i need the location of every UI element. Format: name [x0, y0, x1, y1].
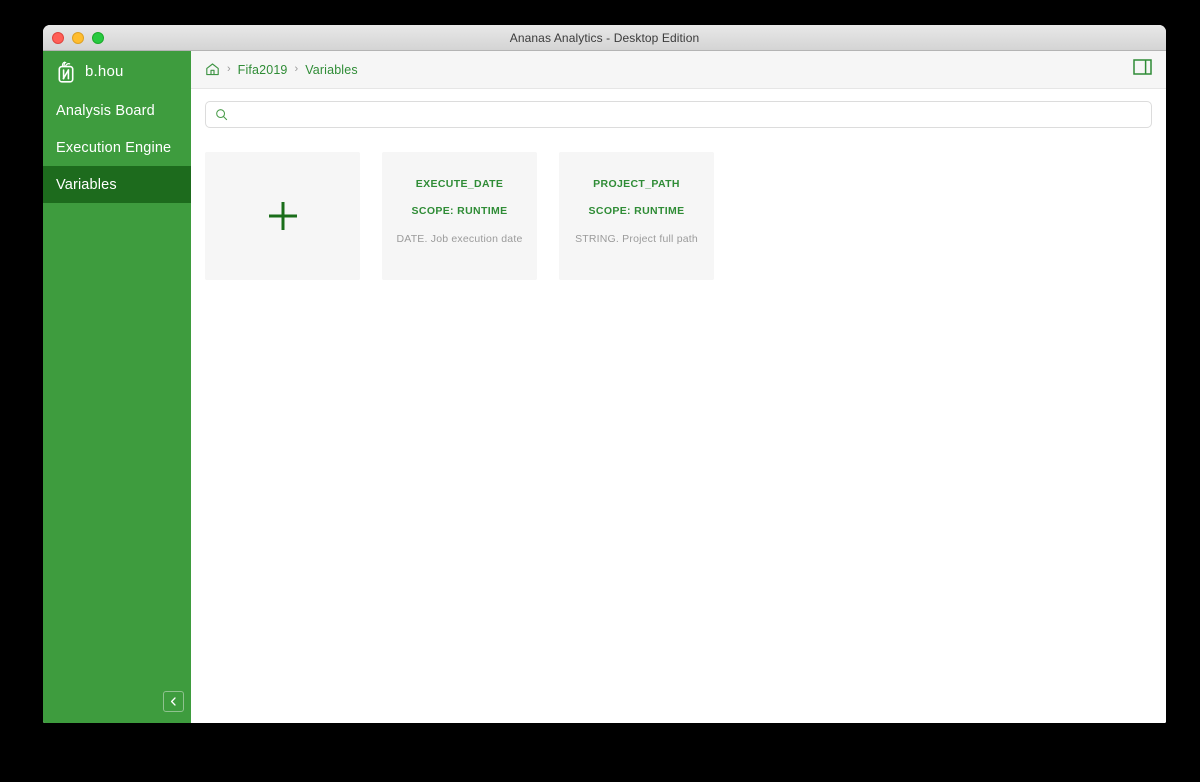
sidebar-brand-label: b.hou: [85, 63, 124, 80]
variable-scope: SCOPE: RUNTIME: [588, 205, 685, 217]
sidebar-item-label: Analysis Board: [56, 102, 155, 119]
variable-name: PROJECT_PATH: [593, 178, 680, 190]
window-body: b.hou Analysis Board Execution Engine Va…: [43, 51, 1166, 723]
window-title-bar: Ananas Analytics - Desktop Edition: [43, 25, 1166, 51]
sidebar-item-label: Execution Engine: [56, 139, 172, 156]
variable-scope: SCOPE: RUNTIME: [411, 205, 508, 217]
breadcrumb-separator: ›: [227, 63, 231, 75]
sidebar-item-variables[interactable]: Variables: [43, 166, 191, 203]
variable-description: DATE. Job execution date: [396, 233, 523, 245]
search-row: [191, 89, 1166, 128]
sidebar-brand[interactable]: b.hou: [43, 51, 191, 92]
variable-card[interactable]: PROJECT_PATH SCOPE: RUNTIME STRING. Proj…: [559, 152, 714, 280]
plus-icon: [266, 199, 300, 233]
split-panel-icon: [1132, 59, 1152, 80]
sidebar-collapse-button[interactable]: [163, 691, 184, 712]
search-input[interactable]: [235, 107, 1142, 122]
add-variable-card[interactable]: [205, 152, 360, 280]
home-icon[interactable]: [205, 62, 220, 77]
breadcrumb-item-project[interactable]: Fifa2019: [238, 63, 288, 77]
variables-cards-area: EXECUTE_DATE SCOPE: RUNTIME DATE. Job ex…: [191, 128, 1166, 723]
sidebar-item-label: Variables: [56, 176, 117, 193]
variables-grid: EXECUTE_DATE SCOPE: RUNTIME DATE. Job ex…: [205, 152, 1152, 280]
search-box[interactable]: [205, 101, 1152, 128]
window-controls: [52, 31, 104, 44]
variable-card[interactable]: EXECUTE_DATE SCOPE: RUNTIME DATE. Job ex…: [382, 152, 537, 280]
maximize-window-button[interactable]: [92, 31, 104, 44]
window-title: Ananas Analytics - Desktop Edition: [509, 30, 700, 45]
search-icon: [215, 108, 228, 121]
pineapple-logo-icon: [56, 61, 76, 83]
close-window-button[interactable]: [52, 31, 64, 44]
breadcrumb: › Fifa2019 › Variables: [205, 62, 1131, 77]
variable-name: EXECUTE_DATE: [415, 178, 504, 190]
sidebar-item-analysis-board[interactable]: Analysis Board: [43, 92, 191, 129]
breadcrumb-bar: › Fifa2019 › Variables: [191, 51, 1166, 89]
sidebar-item-execution-engine[interactable]: Execution Engine: [43, 129, 191, 166]
breadcrumb-item-variables[interactable]: Variables: [305, 63, 358, 77]
breadcrumb-separator: ›: [294, 63, 299, 75]
main-content: › Fifa2019 › Variables EXECUTE_DATE SCOP…: [191, 51, 1166, 723]
chevron-left-icon: [168, 696, 179, 707]
panel-toggle-button[interactable]: [1131, 59, 1153, 81]
application-window: Ananas Analytics - Desktop Edition b.hou…: [43, 25, 1166, 723]
sidebar: b.hou Analysis Board Execution Engine Va…: [43, 51, 191, 723]
variable-description: STRING. Project full path: [575, 233, 698, 245]
minimize-window-button[interactable]: [72, 31, 84, 44]
